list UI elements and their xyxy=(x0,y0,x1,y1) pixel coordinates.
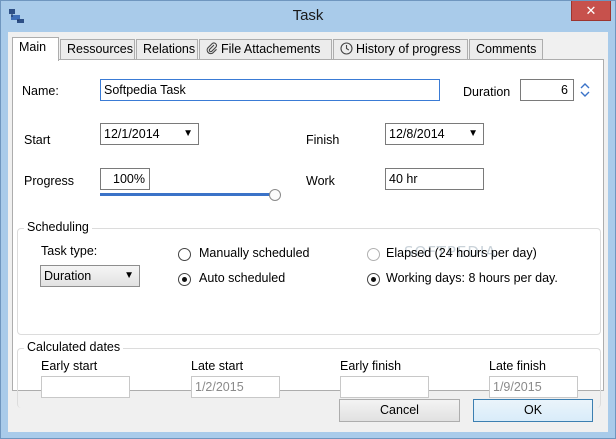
finish-label: Finish xyxy=(306,133,340,147)
tab-label: File Attachements xyxy=(221,42,321,56)
tab-label: Main xyxy=(19,40,47,54)
duration-input[interactable]: 6 xyxy=(520,79,574,101)
late-finish-label: Late finish xyxy=(489,359,546,373)
tab-file-attachements[interactable]: File Attachements xyxy=(199,39,332,60)
scheduling-title: Scheduling xyxy=(24,220,92,234)
early-finish-label: Early finish xyxy=(340,359,402,373)
progress-slider-track[interactable] xyxy=(100,193,275,196)
late-start-label: Late start xyxy=(191,359,244,373)
working-days-radio[interactable] xyxy=(367,273,380,286)
tab-history-of-progress[interactable]: History of progress xyxy=(333,39,468,60)
spinner-arrows-icon xyxy=(580,83,590,97)
manually-scheduled-label: Manually scheduled xyxy=(199,246,310,260)
progress-label: Progress xyxy=(24,174,75,188)
manually-scheduled-radio[interactable] xyxy=(178,248,191,261)
main-tab-panel: Name: Softpedia Task Duration 6 Start 12… xyxy=(12,59,604,408)
auto-scheduled-label: Auto scheduled xyxy=(199,271,286,285)
late-finish-field: 1/9/2015 xyxy=(489,376,578,398)
start-label: Start xyxy=(24,133,51,147)
late-start-field: 1/2/2015 xyxy=(191,376,280,398)
progress-input[interactable]: 100% xyxy=(100,168,150,190)
early-finish-field xyxy=(340,376,429,398)
finish-date-picker[interactable]: 12/8/2014 ▼ xyxy=(385,123,484,145)
chevron-down-icon: ▼ xyxy=(468,128,478,139)
duration-spinner[interactable] xyxy=(577,79,593,101)
start-date-picker[interactable]: 12/1/2014 ▼ xyxy=(100,123,199,145)
tab-label: Relations xyxy=(143,42,196,56)
task-type-select[interactable]: Duration ▼ xyxy=(40,265,140,287)
tab-label: History of progress xyxy=(356,42,461,56)
ok-button[interactable]: OK xyxy=(473,399,593,422)
task-type-label: Task type: xyxy=(41,244,98,258)
tab-label: Ressources xyxy=(67,42,133,56)
close-button[interactable]: ✕ xyxy=(571,1,611,21)
start-date-value: 12/1/2014 xyxy=(104,127,160,141)
progress-slider-fill xyxy=(100,193,275,196)
task-dialog: Task ✕ Main Ressources Relations File At… xyxy=(0,0,616,439)
name-input[interactable]: Softpedia Task xyxy=(100,79,440,101)
progress-slider-thumb[interactable] xyxy=(269,189,281,201)
title-bar[interactable]: Task ✕ xyxy=(1,1,615,31)
chevron-down-icon: ▼ xyxy=(124,270,134,281)
elapsed-radio[interactable] xyxy=(367,248,380,261)
name-label: Name: xyxy=(22,84,59,98)
calculated-dates-title: Calculated dates xyxy=(24,340,124,354)
early-start-field xyxy=(41,376,130,398)
work-label: Work xyxy=(306,174,335,188)
auto-scheduled-radio[interactable] xyxy=(178,273,191,286)
finish-date-value: 12/8/2014 xyxy=(389,127,445,141)
scheduling-group: Scheduling Task type: Duration ▼ Manuall… xyxy=(17,220,601,335)
tab-ressources[interactable]: Ressources xyxy=(60,39,135,60)
cancel-button[interactable]: Cancel xyxy=(339,399,460,422)
tab-comments[interactable]: Comments xyxy=(469,39,543,60)
window-title: Task xyxy=(292,7,324,24)
tab-relations[interactable]: Relations xyxy=(136,39,198,60)
chevron-down-icon: ▼ xyxy=(183,128,193,139)
work-input[interactable]: 40 hr xyxy=(385,168,484,190)
tab-label: Comments xyxy=(476,42,537,56)
elapsed-label: Elapsed (24 hours per day) xyxy=(386,246,537,260)
dialog-client: Main Ressources Relations File Attacheme… xyxy=(8,32,608,432)
task-type-value: Duration xyxy=(44,269,92,283)
working-days-label: Working days: 8 hours per day. xyxy=(386,271,558,285)
duration-label: Duration xyxy=(463,85,511,99)
early-start-label: Early start xyxy=(41,359,98,373)
tab-main[interactable]: Main xyxy=(12,37,59,61)
